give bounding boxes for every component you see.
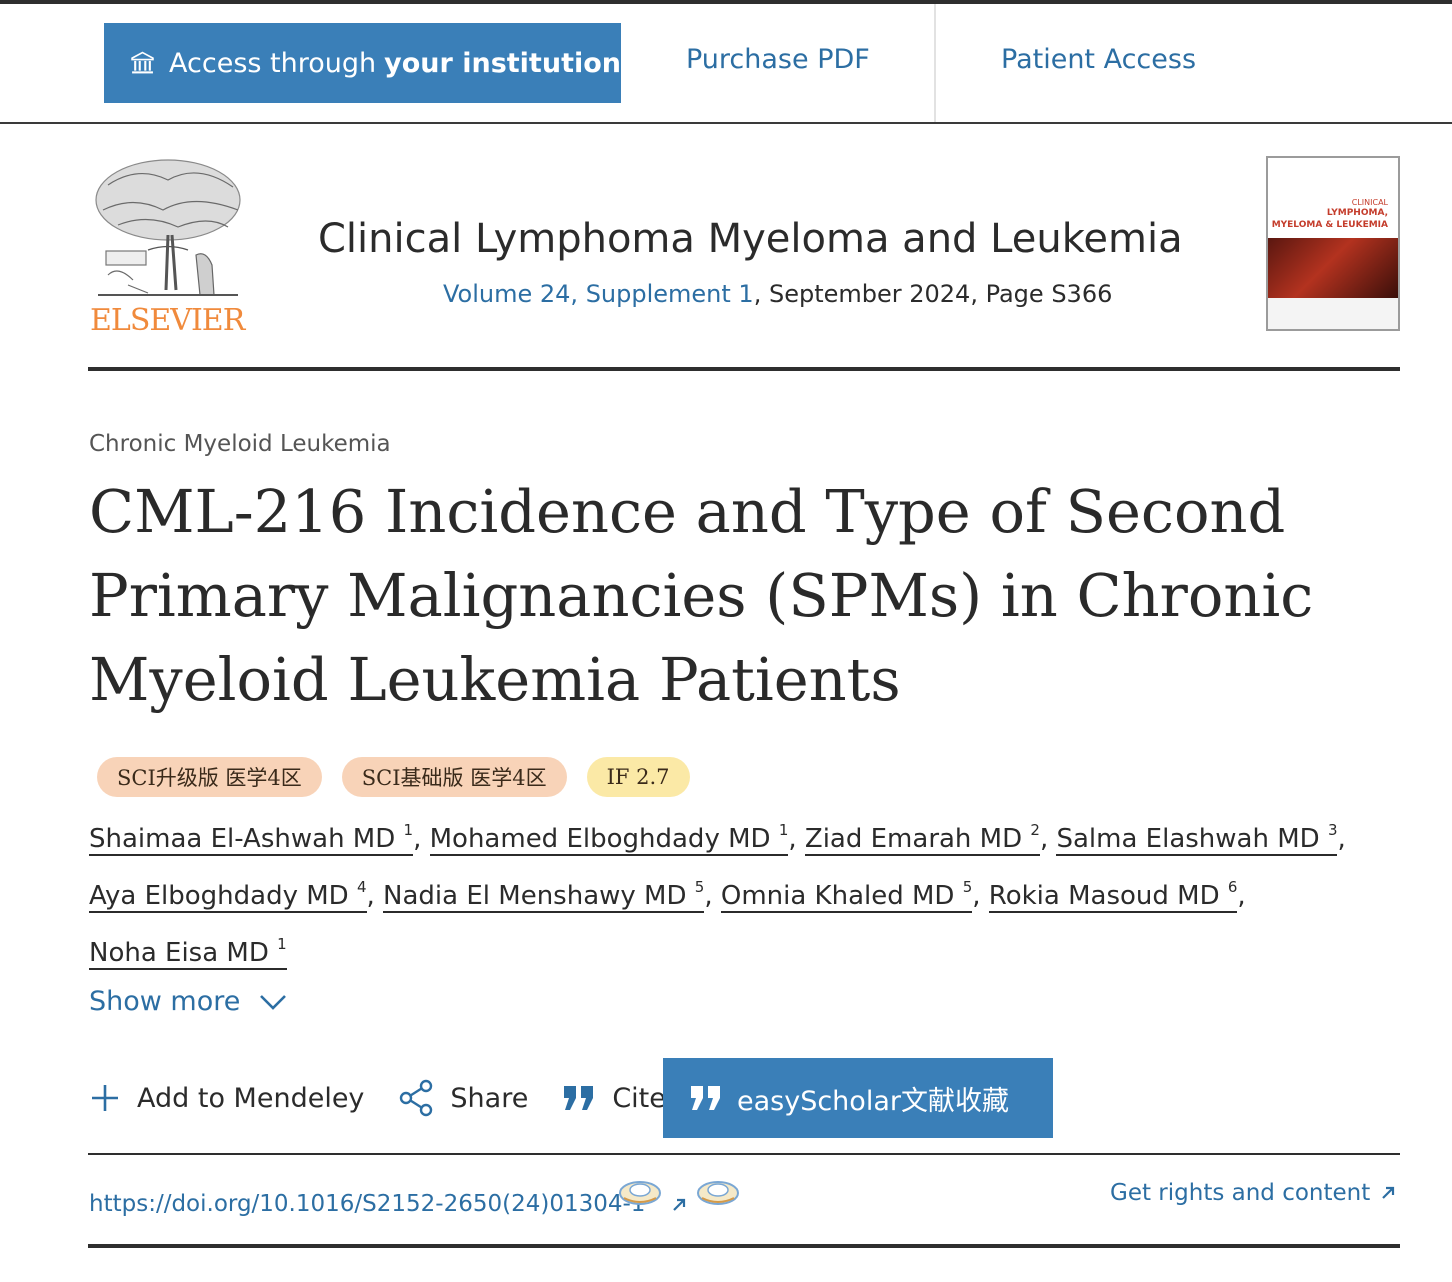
author-link[interactable]: Noha Eisa MD 1 [89, 935, 287, 970]
author-link[interactable]: Nadia El Menshawy MD 5 [383, 878, 705, 913]
cover-footer [1268, 298, 1398, 329]
journal-meta-rest: , September 2024, Page S366 [753, 280, 1113, 308]
access-institution-bold: your institution [384, 47, 621, 79]
cite-button[interactable]: Cite [562, 1083, 666, 1114]
share-button[interactable]: Share [398, 1079, 528, 1117]
journal-cover-image[interactable]: CLINICAL LYMPHOMA, MYELOMA & LEUKEMIA [1266, 156, 1400, 331]
scholar-plugin-icon[interactable] [696, 1178, 740, 1208]
quote-icon [691, 1086, 720, 1110]
patient-access-link[interactable]: Patient Access [1001, 44, 1196, 75]
author-link[interactable]: Mohamed Elboghdady MD 1 [429, 821, 789, 856]
access-institution-button[interactable]: Access through your institution [104, 23, 621, 103]
volume-link[interactable]: Volume 24, Supplement 1 [443, 280, 754, 308]
article-section-label: Chronic Myeloid Leukemia [89, 431, 391, 457]
institution-icon [131, 51, 154, 74]
share-icon [400, 1079, 433, 1117]
cover-title-line: LYMPHOMA, [1326, 208, 1388, 218]
author-link[interactable]: Ziad Emarah MD 2 [804, 821, 1040, 856]
quote-icon [564, 1086, 594, 1110]
cover-artwork [1268, 238, 1398, 298]
journal-meta: Volume 24, Supplement 1, September 2024,… [443, 280, 1112, 308]
add-to-mendeley-button[interactable]: Add to Mendeley [89, 1082, 364, 1114]
access-bar: Access through your institution Purchase… [0, 4, 1452, 124]
footer-divider [88, 1244, 1400, 1248]
mendeley-label: Add to Mendeley [137, 1082, 365, 1114]
author-link[interactable]: Rokia Masoud MD 6 [988, 878, 1238, 913]
easyscholar-button[interactable]: easyScholar文献收藏 [663, 1058, 1053, 1138]
easyscholar-label: easyScholar文献收藏 [737, 1085, 1009, 1117]
rights-label: Get rights and content [1110, 1180, 1371, 1206]
author-link[interactable]: Aya Elboghdady MD 4 [89, 878, 367, 913]
scholar-plugin-icon[interactable] [618, 1178, 662, 1208]
divider [934, 4, 936, 122]
author-link[interactable]: Salma Elashwah MD 3 [1056, 821, 1338, 856]
show-more-button[interactable]: Show more [89, 986, 288, 1017]
sci-upgrade-badge: SCI升级版 医学4区 [97, 757, 322, 797]
cite-label: Cite [612, 1082, 666, 1114]
author-link[interactable]: Shaimaa El-Ashwah MD 1 [89, 821, 414, 856]
chevron-down-icon [260, 994, 287, 1010]
author-list: Shaimaa El-Ashwah MD 1, Mohamed Elboghda… [89, 821, 1346, 970]
actions-divider [88, 1153, 1400, 1155]
ranking-badges: SCI升级版 医学4区 SCI基础版 医学4区 IF 2.7 [97, 757, 690, 797]
external-link-icon[interactable] [670, 1196, 688, 1214]
journal-title[interactable]: Clinical Lymphoma Myeloma and Leukemia [318, 216, 1183, 262]
access-institution-prefix: Access through [169, 47, 377, 79]
purchase-pdf-link[interactable]: Purchase PDF [686, 44, 870, 75]
elsevier-wordmark: ELSEVIER [90, 303, 245, 338]
impact-factor-badge: IF 2.7 [586, 757, 690, 797]
share-label: Share [450, 1082, 529, 1114]
show-more-label: Show more [89, 986, 241, 1017]
sci-basic-badge: SCI基础版 医学4区 [341, 757, 567, 797]
doi-link[interactable]: https://doi.org/10.1016/S2152-2650(24)01… [89, 1191, 645, 1217]
external-link-icon [1382, 1186, 1395, 1199]
plus-icon [92, 1085, 118, 1111]
cover-title-line: CLINICAL [1351, 198, 1388, 207]
header-divider [88, 367, 1400, 371]
cover-title-line: MYELOMA & LEUKEMIA [1271, 220, 1388, 230]
article-actions: Add to Mendeley Share Cite [89, 1060, 666, 1136]
get-rights-link[interactable]: Get rights and content [1110, 1180, 1396, 1206]
article-title: CML-216 Incidence and Type of Second Pri… [89, 477, 1314, 714]
author-link[interactable]: Omnia Khaled MD 5 [720, 878, 973, 913]
